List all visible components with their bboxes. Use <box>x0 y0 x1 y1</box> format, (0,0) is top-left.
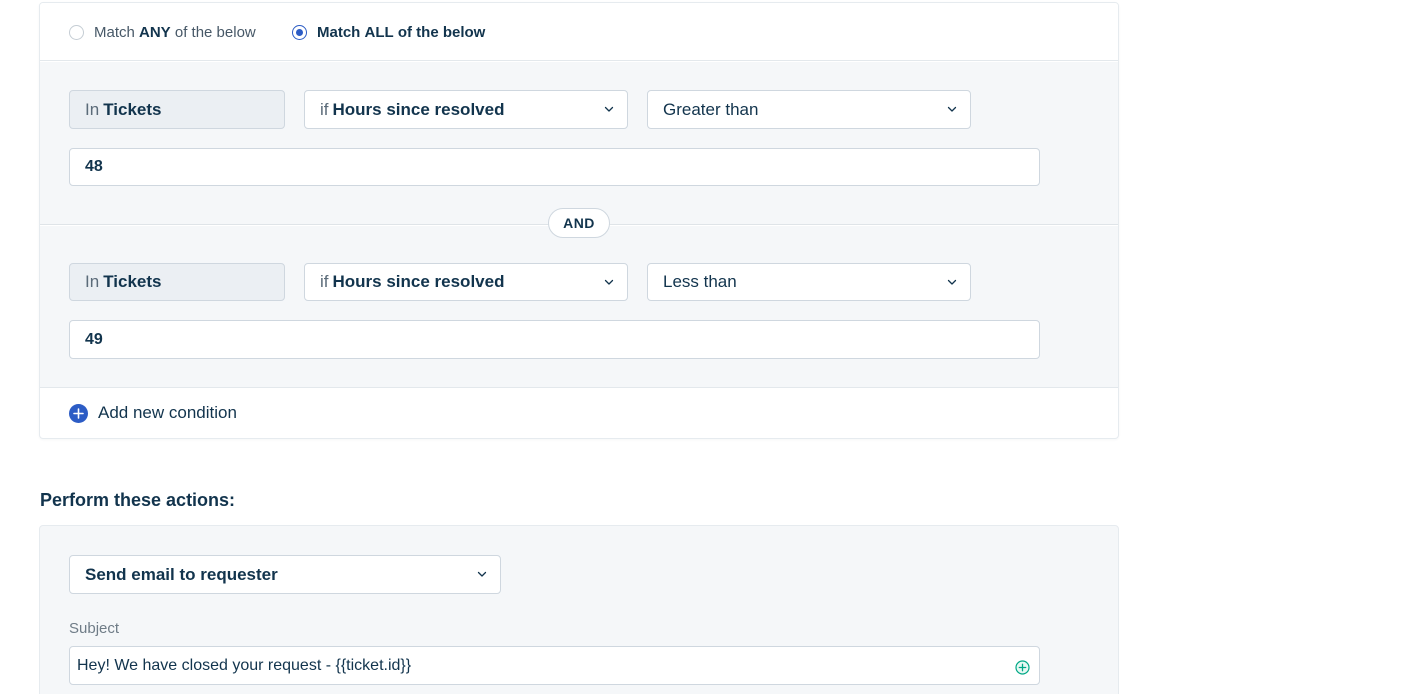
conditions-panel: Match ANY of the below Match ALL of the … <box>39 2 1119 439</box>
subject-input[interactable]: Hey! We have closed your request - {{tic… <box>69 646 1040 685</box>
field-prefix: if <box>320 99 329 119</box>
add-placeholder-icon[interactable] <box>1015 660 1030 675</box>
field-prefix: if <box>320 272 329 291</box>
field-value: Hours since resolved <box>332 272 505 291</box>
add-new-condition-button[interactable]: Add new condition <box>69 403 237 423</box>
operator-value: Less than <box>663 272 737 291</box>
scope-prefix: In <box>85 99 100 119</box>
operator-value: Greater than <box>663 99 759 119</box>
condition-1: In Tickets if Hours since resolved Great… <box>40 62 1118 225</box>
condition-operator-select[interactable]: Greater than <box>647 90 971 129</box>
condition-field-select[interactable]: if Hours since resolved <box>304 263 628 301</box>
condition-value-input[interactable]: 49 <box>69 320 1040 359</box>
subject-value: Hey! We have closed your request - {{tic… <box>77 656 412 674</box>
chevron-down-icon <box>603 103 615 115</box>
condition-2: In Tickets if Hours since resolved Less … <box>40 226 1118 388</box>
scope-value: Tickets <box>103 99 162 119</box>
subject-label: Subject <box>69 620 120 637</box>
radio-circle-all[interactable] <box>292 25 307 40</box>
condition-field-select[interactable]: if Hours since resolved <box>304 90 628 129</box>
match-type-bar: Match ANY of the below Match ALL of the … <box>40 3 1118 61</box>
scope-value: Tickets <box>103 272 162 291</box>
match-all-radio[interactable]: Match ALL of the below <box>292 24 485 41</box>
condition-value: 49 <box>85 330 103 348</box>
chevron-down-icon <box>946 276 958 288</box>
actions-heading: Perform these actions: <box>40 490 236 510</box>
condition-value-input[interactable]: 48 <box>69 148 1040 186</box>
condition-value: 48 <box>85 158 103 175</box>
match-any-radio[interactable]: Match ANY of the below <box>69 24 256 41</box>
scope-prefix: In <box>85 272 100 291</box>
action-type-select[interactable]: Send email to requester <box>69 555 501 594</box>
and-joiner-badge: AND <box>548 208 610 238</box>
actions-panel: Send email to requester Subject Hey! We … <box>39 525 1119 694</box>
condition-scope: In Tickets <box>69 263 285 301</box>
plus-circle-icon <box>69 403 88 423</box>
chevron-down-icon <box>476 568 488 580</box>
condition-scope: In Tickets <box>69 90 285 129</box>
chevron-down-icon <box>603 276 615 288</box>
action-type-value: Send email to requester <box>85 564 278 584</box>
condition-operator-select[interactable]: Less than <box>647 263 971 301</box>
field-value: Hours since resolved <box>332 99 505 119</box>
add-new-condition-label: Add new condition <box>98 403 237 422</box>
chevron-down-icon <box>946 103 958 115</box>
match-all-label: Match ALL of the below <box>317 24 486 41</box>
match-any-label: Match ANY of the below <box>94 24 256 41</box>
radio-circle-any[interactable] <box>69 25 84 40</box>
